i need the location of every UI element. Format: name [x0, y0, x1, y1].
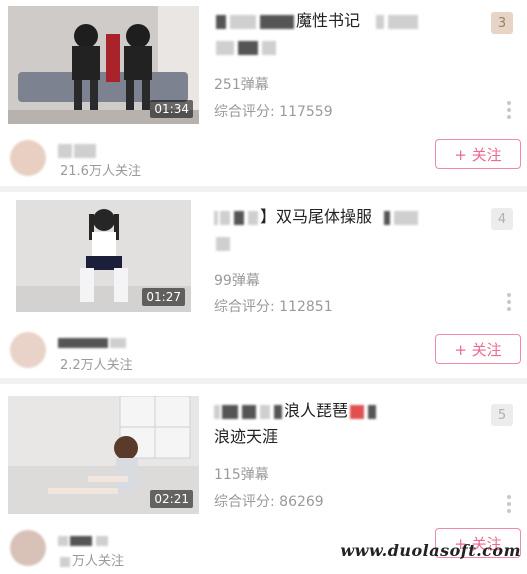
follow-button[interactable]: + 关注 — [435, 139, 521, 169]
rank-badge: 5 — [491, 404, 513, 426]
redacted-text — [110, 337, 126, 348]
redacted-text — [58, 337, 108, 348]
follower-count: 21.6万人关注 — [60, 164, 141, 179]
redacted-text — [58, 143, 72, 158]
redacted-text — [220, 210, 230, 225]
uploader-name[interactable] — [58, 332, 128, 351]
redacted-text — [216, 14, 226, 29]
score: 综合评分: 112851 — [214, 299, 333, 315]
video-title[interactable]: 】双马尾体操服 — [214, 204, 444, 256]
danmaku-count: 99弹幕 — [214, 273, 260, 289]
rank-badge: 4 — [491, 208, 513, 230]
redacted-text — [260, 404, 270, 419]
duration-badge: 01:27 — [142, 288, 185, 306]
redacted-text — [350, 404, 365, 419]
duration-badge: 01:34 — [150, 100, 193, 118]
avatar[interactable] — [10, 140, 46, 176]
video-thumbnail[interactable]: 01:27 — [16, 200, 191, 312]
uploader-name[interactable] — [58, 530, 110, 549]
redacted-text — [214, 210, 218, 225]
video-title-text: 】双马尾体操服 — [260, 207, 373, 226]
video-thumbnail[interactable]: 01:34 — [8, 6, 199, 124]
redacted-text — [58, 535, 68, 546]
redacted-text — [230, 14, 256, 29]
video-title-text: 浪人琵琶 — [284, 401, 349, 420]
video-title[interactable]: 浪人琵琶 浪迹天涯 — [214, 398, 444, 450]
video-thumbnail[interactable]: 02:21 — [8, 396, 199, 514]
more-icon[interactable] — [507, 492, 511, 516]
more-icon[interactable] — [507, 290, 511, 314]
score: 综合评分: 117559 — [214, 104, 333, 120]
redacted-text — [70, 535, 92, 546]
video-card[interactable]: 01:34 魔性书记 251弹幕 综合评分: 117559 3 21.6万人关注… — [0, 0, 527, 190]
avatar[interactable] — [10, 530, 46, 566]
uploader-name[interactable] — [58, 140, 98, 159]
duration-badge: 02:21 — [150, 490, 193, 508]
watermark: www.duolasoft.com — [340, 541, 521, 560]
follower-count: 2.2万人关注 — [60, 358, 133, 373]
danmaku-count: 115弹幕 — [214, 467, 269, 483]
score: 综合评分: 86269 — [214, 494, 324, 510]
redacted-text — [222, 404, 238, 419]
redacted-text — [368, 404, 377, 419]
more-icon[interactable] — [507, 98, 511, 122]
redacted-text — [216, 236, 230, 251]
video-card[interactable]: 01:27 】双马尾体操服 99弹幕 综合评分: 112851 4 2.2万人关… — [0, 192, 527, 382]
redacted-text — [214, 404, 220, 419]
video-title[interactable]: 魔性书记 — [214, 8, 444, 60]
redacted-text — [96, 535, 108, 546]
redacted-text — [216, 40, 234, 55]
redacted-text — [274, 404, 282, 419]
redacted-text — [262, 40, 276, 55]
follower-count: 万人关注 — [60, 550, 124, 569]
danmaku-count: 251弹幕 — [214, 77, 269, 93]
redacted-text — [376, 14, 385, 29]
video-title-line2: 浪迹天涯 — [214, 427, 279, 446]
redacted-text — [384, 210, 391, 225]
redacted-text — [60, 556, 70, 567]
redacted-text — [388, 14, 419, 29]
avatar[interactable] — [10, 332, 46, 368]
redacted-text — [234, 210, 244, 225]
video-title-text: 魔性书记 — [296, 11, 361, 30]
redacted-text — [394, 210, 419, 225]
redacted-text — [242, 404, 256, 419]
redacted-text — [248, 210, 258, 225]
redacted-text — [74, 143, 96, 158]
rank-badge: 3 — [491, 12, 513, 34]
redacted-text — [260, 14, 294, 29]
follower-count-text: 万人关注 — [72, 554, 125, 569]
follow-button[interactable]: + 关注 — [435, 334, 521, 364]
redacted-text — [238, 40, 258, 55]
